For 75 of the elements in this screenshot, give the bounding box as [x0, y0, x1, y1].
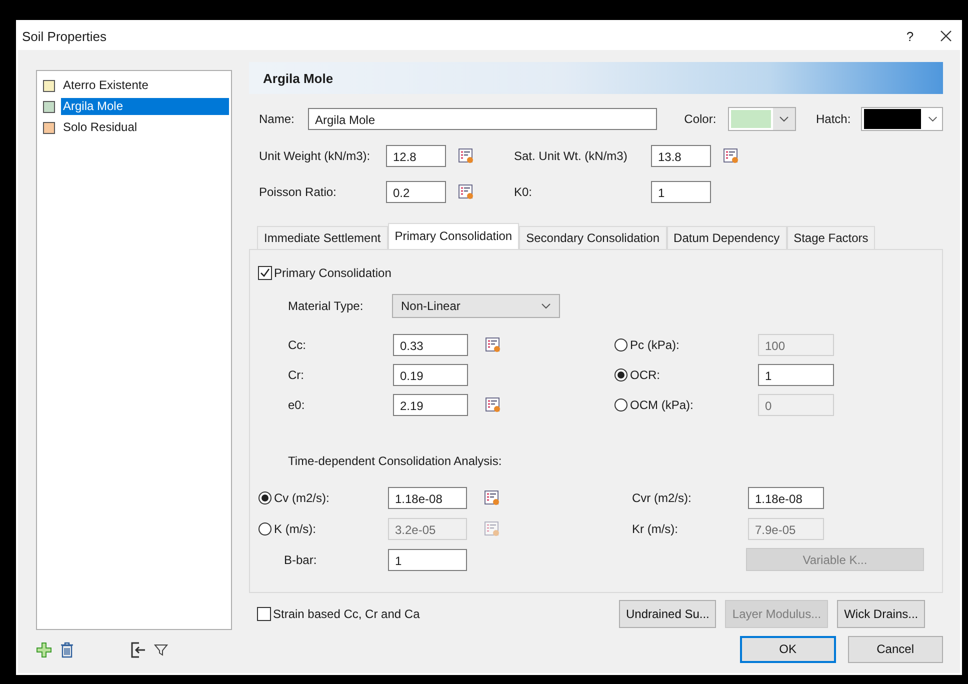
tab[interactable]: Secondary Consolidation: [519, 226, 667, 249]
radio-label: Cv (m2/s):: [274, 490, 330, 504]
dialog-button[interactable]: OK: [740, 636, 836, 662]
input-field[interactable]: 1: [388, 548, 467, 570]
window-title: Soil Properties: [22, 28, 108, 44]
trash-icon[interactable]: [60, 642, 74, 658]
field-label: B-bar:: [284, 552, 318, 566]
input-field[interactable]: 12.8: [386, 145, 446, 167]
plus-icon[interactable]: [36, 642, 52, 658]
field-label: e0:: [288, 398, 306, 412]
field-label: Kr (m/s):: [632, 522, 679, 536]
radio-button[interactable]: [614, 398, 628, 412]
field-label: Material Type:: [288, 299, 364, 313]
exit-icon[interactable]: [130, 642, 146, 658]
radio-label: K (m/s):: [274, 522, 316, 536]
field-label: Cr:: [288, 368, 305, 382]
input-field[interactable]: 1.18e-08: [388, 486, 467, 508]
color-picker[interactable]: [728, 107, 796, 131]
field-label: Name:: [259, 112, 296, 126]
radio-label: Pc (kPa):: [630, 338, 680, 352]
radio-label: OCM (kPa):: [630, 398, 694, 412]
filter-icon[interactable]: [154, 643, 168, 657]
input-field[interactable]: 1.18e-08: [748, 486, 824, 508]
input-field[interactable]: 1: [758, 364, 834, 386]
input-field[interactable]: Argila Mole: [308, 108, 657, 130]
help-button[interactable]: ?: [890, 28, 930, 44]
input-field[interactable]: 0: [758, 394, 834, 416]
section-label: Time-dependent Consolidation Analysis:: [288, 454, 502, 468]
input-field[interactable]: 0.2: [386, 181, 446, 203]
calculator-icon[interactable]: [458, 148, 474, 164]
field-label: Hatch:: [816, 112, 852, 126]
tab[interactable]: Datum Dependency: [666, 226, 787, 249]
input-field[interactable]: 100: [758, 334, 834, 356]
caret-icon: [541, 303, 551, 309]
field-label: Cvr (m2/s):: [632, 490, 692, 504]
radio-button[interactable]: [258, 522, 272, 536]
input-field[interactable]: 0.19: [393, 364, 468, 386]
checkbox-label: Strain based Cc, Cr and Ca: [273, 607, 421, 621]
field-label: Sat. Unit Wt. (kN/m3): [514, 149, 628, 163]
input-field[interactable]: 1: [651, 181, 711, 203]
tab[interactable]: Primary Consolidation: [388, 223, 520, 249]
material-item[interactable]: Solo Residual: [61, 119, 229, 136]
radio-button[interactable]: [258, 490, 272, 504]
material-item[interactable]: Aterro Existente: [61, 77, 229, 94]
field-label: Unit Weight (kN/m3):: [259, 149, 372, 163]
header-title: Argila Mole: [263, 70, 334, 86]
field-label: K0:: [514, 185, 534, 199]
material-item[interactable]: Argila Mole: [61, 98, 229, 115]
calculator-icon[interactable]: [484, 490, 500, 506]
close-icon[interactable]: [940, 30, 952, 42]
calculator-icon[interactable]: [485, 337, 501, 353]
dialog-button[interactable]: Cancel: [848, 636, 943, 662]
input-field[interactable]: 2.19: [393, 394, 468, 416]
material-type-dropdown[interactable]: Non-Linear: [392, 294, 560, 318]
field-label: Poisson Ratio:: [259, 185, 338, 199]
checkbox-label: Primary Consolidation: [274, 266, 392, 280]
radio-label: OCR:: [630, 368, 660, 382]
caret-icon[interactable]: [773, 108, 796, 130]
calculator-icon[interactable]: [485, 397, 501, 413]
tab[interactable]: Immediate Settlement: [257, 226, 388, 249]
input-field[interactable]: 0.33: [393, 334, 468, 356]
calculator-icon[interactable]: [458, 184, 474, 200]
field-label: Color:: [684, 112, 718, 126]
checkbox[interactable]: [258, 266, 272, 280]
radio-button[interactable]: [614, 338, 628, 352]
radio-button[interactable]: [614, 368, 628, 382]
action-button[interactable]: Wick Drains...: [837, 600, 926, 628]
checkbox[interactable]: [257, 607, 271, 621]
hatch-picker[interactable]: [861, 107, 943, 131]
input-field[interactable]: 3.2e-05: [388, 518, 467, 540]
field-label: Cc:: [288, 338, 307, 352]
tab[interactable]: Stage Factors: [786, 226, 876, 249]
calculator-icon[interactable]: [723, 148, 739, 164]
action-button[interactable]: Undrained Su...: [619, 600, 716, 628]
input-field[interactable]: 13.8: [651, 145, 711, 167]
